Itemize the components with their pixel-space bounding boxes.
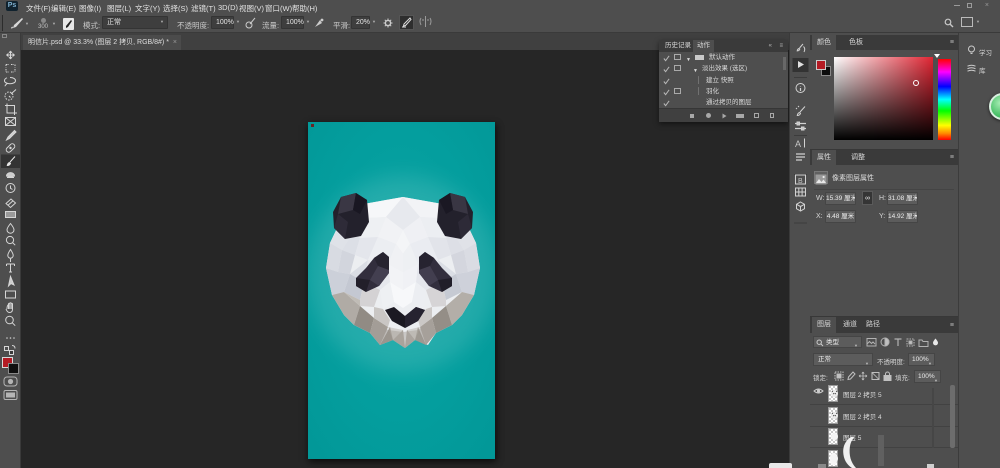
svg-text:A: A <box>795 139 801 149</box>
svg-text:B: B <box>798 178 803 185</box>
